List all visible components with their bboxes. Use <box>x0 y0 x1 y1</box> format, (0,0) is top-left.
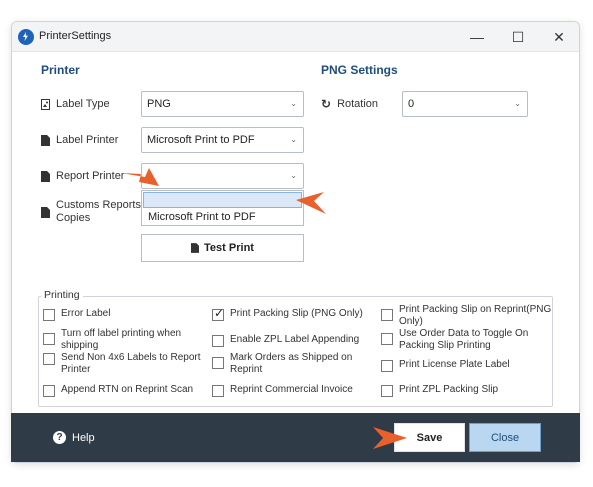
dropdown-option-empty[interactable] <box>143 192 302 208</box>
chevron-down-icon: ⌄ <box>290 171 297 180</box>
checkbox-append-rtn[interactable]: Append RTN on Reprint Scan <box>43 384 193 397</box>
annotation-arrow-dropdown-blank <box>296 192 326 214</box>
checkbox-label-line2: shipping <box>61 340 99 351</box>
rotation-text: Rotation <box>337 98 379 110</box>
window-title: PrinterSettings <box>39 30 112 42</box>
checkbox-label: Enable ZPL Label Appending <box>230 334 360 345</box>
app-logo-icon <box>18 29 34 45</box>
report-printer-label: Report Printer <box>41 170 124 183</box>
customs-copies-text: Customs Reports Copies <box>56 199 141 225</box>
checkbox-print-packing-slip-reprint[interactable]: Print Packing Slip on Reprint(PNG Only) <box>381 304 551 328</box>
checkbox-label: Reprint Commercial Invoice <box>230 384 353 395</box>
checkbox-label: Turn off label printing when shipping <box>61 328 181 352</box>
printing-legend: Printing <box>41 289 83 301</box>
customs-copies-label: Customs Reports Copies <box>41 199 141 225</box>
checkbox-label: Print Packing Slip (PNG Only) <box>230 308 363 319</box>
checkbox-label: Print ZPL Packing Slip <box>399 384 499 395</box>
rotation-select[interactable]: 0 ⌄ <box>402 91 528 117</box>
checkbox-box[interactable] <box>43 333 55 345</box>
checkbox-box[interactable] <box>212 357 224 369</box>
checkbox-label: Print License Plate Label <box>399 359 510 370</box>
annotation-arrow-report-printer <box>121 168 159 186</box>
checkbox-box[interactable] <box>43 353 55 365</box>
checkbox-box-checked[interactable] <box>212 307 224 321</box>
checkbox-box[interactable] <box>212 335 224 347</box>
rotation-value: 0 <box>408 98 415 110</box>
checkbox-label: Use Order Data to Toggle On Packing Slip… <box>399 328 528 352</box>
checkbox-label-line1: Mark Orders as Shipped on <box>230 352 353 363</box>
rotation-label: ↻ Rotation <box>321 98 378 111</box>
annotation-arrow-save <box>373 427 407 449</box>
checkbox-box[interactable] <box>381 385 393 397</box>
checkbox-label: Send Non 4x6 Labels to Report Printer <box>61 352 201 376</box>
checkbox-label: Print Packing Slip on Reprint(PNG Only) <box>399 304 551 328</box>
checkbox-enable-zpl-appending[interactable]: Enable ZPL Label Appending <box>212 334 359 347</box>
report-printer-text: Report Printer <box>56 170 125 182</box>
checkbox-label-line1: Print Packing Slip on Reprint(PNG <box>399 304 552 315</box>
checkbox-turn-off-label-printing[interactable]: Turn off label printing when shipping <box>43 328 181 352</box>
close-window-button[interactable]: ✕ <box>545 26 573 48</box>
chevron-down-icon: ⌄ <box>290 99 297 108</box>
label-printer-select[interactable]: Microsoft Print to PDF ⌄ <box>141 127 304 153</box>
rotate-icon: ↻ <box>321 97 332 111</box>
label-printer-text: Label Printer <box>56 134 119 146</box>
customs-copies-line1: Customs Reports <box>56 199 141 211</box>
customs-copies-line2: Copies <box>56 212 91 224</box>
checkbox-print-packing-slip-png[interactable]: Print Packing Slip (PNG Only) <box>212 307 363 321</box>
label-type-value: PNG <box>147 98 171 110</box>
checkbox-label-line2: Reprint <box>230 364 263 375</box>
file-icon <box>191 243 200 253</box>
minimize-button[interactable]: — <box>463 26 491 48</box>
checkbox-reprint-commercial-invoice[interactable]: Reprint Commercial Invoice <box>212 384 353 397</box>
close-button[interactable]: Close <box>469 423 541 452</box>
checkbox-box[interactable] <box>381 309 393 321</box>
checkbox-label: Mark Orders as Shipped on Reprint <box>230 352 352 376</box>
test-print-button[interactable]: Test Print <box>141 234 304 262</box>
printer-heading: Printer <box>41 63 80 77</box>
checkbox-mark-orders-shipped[interactable]: Mark Orders as Shipped on Reprint <box>212 352 352 376</box>
help-icon: ? <box>53 431 66 444</box>
label-printer-value: Microsoft Print to PDF <box>147 134 255 146</box>
checkbox-label-line1: Turn off label printing when <box>61 328 182 339</box>
report-printer-select[interactable]: ⌄ <box>141 163 304 189</box>
checkbox-send-non-4x6-labels[interactable]: Send Non 4x6 Labels to Report Printer <box>43 352 201 376</box>
checkbox-label-line1: Use Order Data to Toggle On <box>399 328 529 339</box>
dropdown-option-microsoft-print-to-pdf[interactable]: Microsoft Print to PDF <box>148 211 256 223</box>
checkbox-box[interactable] <box>43 385 55 397</box>
file-icon <box>41 207 50 218</box>
label-type-select[interactable]: PNG ⌄ <box>141 91 304 117</box>
report-printer-dropdown: Microsoft Print to PDF <box>141 190 304 226</box>
checkbox-box[interactable] <box>212 385 224 397</box>
checkbox-box[interactable] <box>381 333 393 345</box>
checkbox-box[interactable] <box>381 360 393 372</box>
file-icon <box>41 135 50 146</box>
help-label: Help <box>72 431 95 444</box>
checkbox-label: Error Label <box>61 308 111 319</box>
checkbox-box[interactable] <box>43 309 55 321</box>
label-printer-label: Label Printer <box>41 134 118 147</box>
image-file-icon <box>41 99 50 110</box>
checkbox-label-line2: Only) <box>399 316 423 327</box>
checkbox-label: Append RTN on Reprint Scan <box>61 384 194 395</box>
checkbox-label-line2: Packing Slip Printing <box>399 340 491 351</box>
maximize-button[interactable]: ☐ <box>504 26 532 48</box>
checkbox-print-zpl-packing-slip[interactable]: Print ZPL Packing Slip <box>381 384 498 397</box>
checkbox-print-license-plate[interactable]: Print License Plate Label <box>381 359 510 372</box>
png-settings-heading: PNG Settings <box>321 63 398 77</box>
label-type-label: Label Type <box>41 98 110 111</box>
chevron-down-icon: ⌄ <box>514 99 521 108</box>
file-icon <box>41 171 50 182</box>
test-print-label: Test Print <box>204 242 254 254</box>
dialog-footer: ? Help Save Close <box>11 413 580 462</box>
label-type-text: Label Type <box>56 98 110 110</box>
checkbox-use-order-data-toggle[interactable]: Use Order Data to Toggle On Packing Slip… <box>381 328 528 352</box>
help-link[interactable]: ? Help <box>53 431 95 444</box>
checkbox-error-label[interactable]: Error Label <box>43 308 110 321</box>
checkbox-label-line1: Send Non 4x6 Labels to Report <box>61 352 201 363</box>
chevron-down-icon: ⌄ <box>290 135 297 144</box>
title-bar: PrinterSettings — ☐ ✕ <box>12 22 579 52</box>
checkbox-label-line2: Printer <box>61 364 91 375</box>
